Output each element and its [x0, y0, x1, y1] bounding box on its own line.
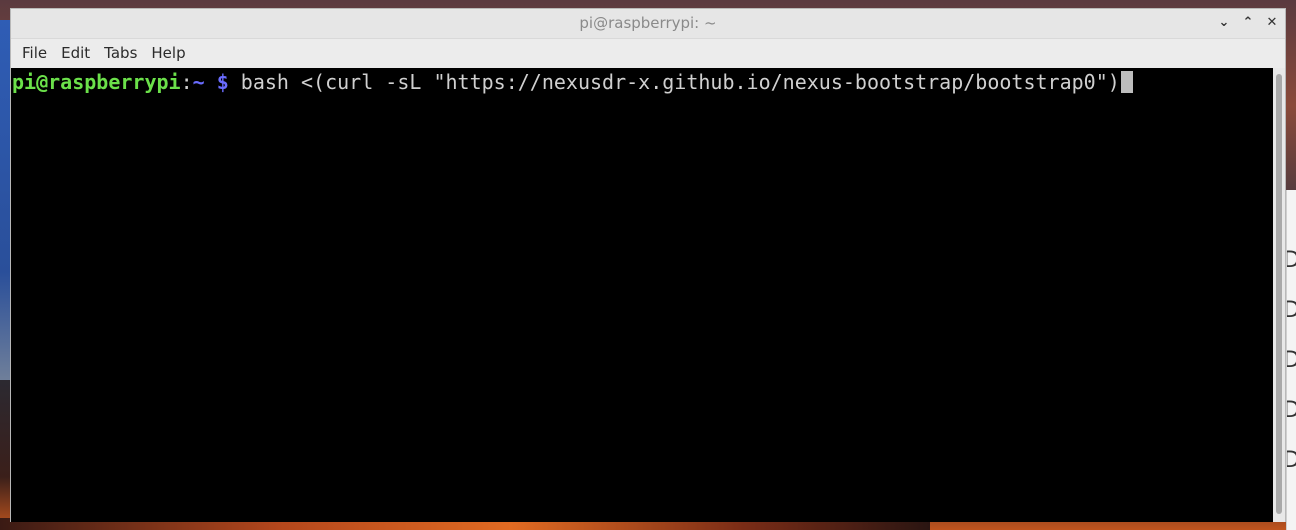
desktop-peek-text: De — [1287, 398, 1296, 423]
text-cursor — [1120, 71, 1133, 93]
prompt-dollar: $ — [216, 70, 229, 94]
maximize-icon[interactable]: ⌃ — [1241, 13, 1255, 31]
menu-file[interactable]: File — [15, 44, 54, 62]
desktop-peek-text: De — [1287, 448, 1296, 473]
desktop-peek-text: De — [1287, 298, 1296, 323]
terminal-window: pi@raspberrypi: ~ ⌄ ⌃ ✕ File Edit Tabs H… — [10, 8, 1286, 522]
menu-help[interactable]: Help — [144, 44, 192, 62]
terminal-area: pi@raspberrypi:~ $ bash <(curl -sL "http… — [11, 68, 1285, 522]
prompt-user: pi@raspberrypi — [12, 70, 181, 94]
window-controls: ⌄ ⌃ ✕ — [1217, 13, 1279, 31]
vertical-scrollbar[interactable] — [1273, 68, 1285, 522]
prompt-separator: : — [180, 70, 193, 94]
desktop-peek-text: De — [1287, 348, 1296, 373]
desktop-peek-text: De — [1287, 248, 1296, 273]
minimize-icon[interactable]: ⌄ — [1217, 13, 1231, 31]
menu-bar: File Edit Tabs Help — [11, 39, 1285, 67]
command-text: bash <(curl -sL "https://nexusdr-x.githu… — [228, 70, 1120, 94]
window-title: pi@raspberrypi: ~ — [579, 14, 717, 32]
desktop-wallpaper-left — [0, 20, 10, 380]
terminal-screen[interactable]: pi@raspberrypi:~ $ bash <(curl -sL "http… — [11, 68, 1273, 522]
close-icon[interactable]: ✕ — [1265, 13, 1279, 31]
command-line: pi@raspberrypi:~ $ bash <(curl -sL "http… — [12, 70, 1133, 94]
scrollbar-thumb[interactable] — [1276, 74, 1282, 514]
menu-edit[interactable]: Edit — [54, 44, 97, 62]
title-bar[interactable]: pi@raspberrypi: ~ ⌄ ⌃ ✕ — [11, 9, 1285, 39]
prompt-path: ~ — [192, 70, 205, 94]
menu-tabs[interactable]: Tabs — [97, 44, 144, 62]
desktop-background-window: De De De De De — [1286, 190, 1296, 530]
